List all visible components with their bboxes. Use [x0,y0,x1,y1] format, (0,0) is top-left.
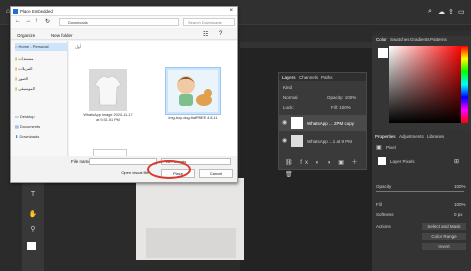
color-picker-field[interactable] [389,46,463,123]
eye-icon[interactable]: ◉ [282,137,287,144]
zoom-tool-icon[interactable]: ⚲ [27,225,39,234]
properties-panel: Properties Adjustments Libraries ▣ Pixel… [372,130,471,271]
invert-button[interactable]: Invert [422,243,466,250]
tab-channels[interactable]: Channels [299,75,318,80]
nav-item[interactable]: ▮ الصور [15,75,28,83]
back-icon[interactable]: ← [15,18,21,24]
command-bar: Organize New folder ☷ ? [11,30,237,40]
file-item[interactable] [93,149,127,156]
cloud-icon[interactable]: ☁ [438,8,445,16]
nav-item[interactable]: ▮ مستندات [15,55,33,63]
file-list: أول WhatsApp Image 2024-11-17 at 9.51.51… [69,41,237,156]
color-swatch[interactable] [378,48,388,58]
layer-row[interactable]: ◉ WhatsApp ... 2PM copy [279,115,366,131]
help-icon[interactable]: ? [219,31,222,37]
forward-icon[interactable]: → [25,18,31,24]
layer-thumbnail [291,117,303,129]
text-tool-icon[interactable]: T [27,190,39,199]
ps-logo-icon [13,9,18,14]
refresh-icon[interactable]: ↻ [45,18,50,25]
prop-value-opacity[interactable]: 100% [454,184,466,189]
search-icon[interactable]: ⌕ [428,8,432,16]
file-item[interactable] [165,67,221,115]
file-item[interactable] [89,69,127,111]
nav-item[interactable]: ▮ التنزيلات [15,65,33,73]
navigation-pane: ⌂ Home - Personal ▮ مستندات ▮ التنزيلات … [11,41,68,156]
filename-row: File name: All Formats [11,156,237,166]
prop-value-softness[interactable]: 0 px [454,212,463,217]
layer-row[interactable]: ◉ WhatsApp ...1 at 9 PM [279,133,366,149]
layer-thumbnail [291,135,303,147]
props-header: Pixel [386,145,396,150]
prop-value-fill[interactable]: 100% [454,202,466,207]
tab-swatches[interactable]: Swatches [390,37,410,42]
cancel-button[interactable]: Cancel [199,169,233,178]
layers-footer: ⛓ fx ◐ ◑ ▣ ＋ 🗑 [285,160,361,178]
blend-mode[interactable]: Normal [283,95,298,100]
search-placeholder: Search Downloads [188,20,222,25]
place-embedded-dialog: Place Embedded × ← → ↑ ↻ Downloads Searc… [10,6,238,183]
tab-paths[interactable]: Paths [321,75,333,80]
nav-item-desktop[interactable]: ▭ Desktop [15,113,35,121]
group-label: أول [75,44,81,49]
nav-item-home[interactable]: ⌂ Home - Personal [15,43,67,51]
actions-title: Actions [376,224,391,229]
tab-libraries[interactable]: Libraries [427,134,444,139]
filter-kind[interactable]: Kind [283,85,292,90]
link-icon[interactable]: ⊞ [454,158,459,165]
select-mask-button[interactable]: Select and Mask [422,223,466,230]
prop-label-softness: Softness [376,212,394,217]
organize-button[interactable]: Organize [17,33,35,38]
search-input[interactable]: Search Downloads [183,18,235,26]
layers-panel: Layers Channels Paths Kind Normal Opacit… [278,72,367,178]
dialog-titlebar: Place Embedded × [11,7,237,16]
tab-adjustments[interactable]: Adjustments [399,134,424,139]
tab-gradients[interactable]: Gradients [410,37,430,42]
prop-label-opacity: Opacity [376,184,392,189]
nav-item-documents[interactable]: ▤ Documents [15,123,40,131]
tab-layers[interactable]: Layers [282,75,296,80]
tshirt-thumbnail [89,69,127,111]
dialog-title: Place Embedded [20,9,53,14]
close-icon[interactable]: × [229,8,233,14]
workspace-icon[interactable]: ▭ [458,8,465,16]
up-icon[interactable]: ↑ [35,18,38,24]
layer-name[interactable]: WhatsApp ... 2PM copy [307,121,354,126]
boy-dog-thumbnail [168,70,218,112]
hand-tool-icon[interactable]: ✋ [27,210,39,219]
navigation-bar: ← → ↑ ↻ Downloads Search Downloads [11,16,237,28]
share-icon[interactable]: ⇪ [448,8,454,16]
foreground-color-icon[interactable] [27,242,36,250]
opacity-value[interactable]: Opacity: 100% [327,95,356,100]
view-icon[interactable]: ☷ [203,31,208,38]
layer-name[interactable]: WhatsApp ...1 at 9 PM [307,139,352,144]
tab-patterns[interactable]: Patterns [430,37,447,42]
file-caption[interactable]: WhatsApp Image 2024-11-17 at 9.51.51 PM [83,113,133,122]
filename-input[interactable] [89,158,157,165]
new-folder-button[interactable]: New folder [51,33,73,38]
eye-icon[interactable]: ◉ [282,119,287,126]
address-bar[interactable]: Downloads [59,18,179,26]
fill-value[interactable]: Fill: 100% [331,105,351,110]
props-layer: Layer Pixels [390,159,415,164]
tab-color[interactable]: Color [376,37,387,42]
nav-item[interactable]: ▮ الموسيقى [15,85,35,93]
dialog-buttons: Open visual file Place Cancel [11,167,237,181]
tab-properties[interactable]: Properties [375,134,396,139]
opacity-slider[interactable] [376,191,464,192]
color-range-button[interactable]: Color Range [422,233,466,240]
file-caption[interactable]: img-boy-dog-flatPBEE 4.8.11 [167,116,219,121]
prop-label-fill: Fill [376,202,382,207]
pixel-icon: ▣ [376,145,382,151]
document-shadow [146,228,236,258]
hue-slider[interactable] [461,46,468,123]
breadcrumb[interactable]: Downloads [68,20,88,25]
nav-item-downloads[interactable]: ⬇ Downloads [15,133,39,141]
layer-thumbnail [378,157,386,165]
lock-label: Lock: [283,105,294,110]
highlight-circle-annotation [147,160,191,179]
